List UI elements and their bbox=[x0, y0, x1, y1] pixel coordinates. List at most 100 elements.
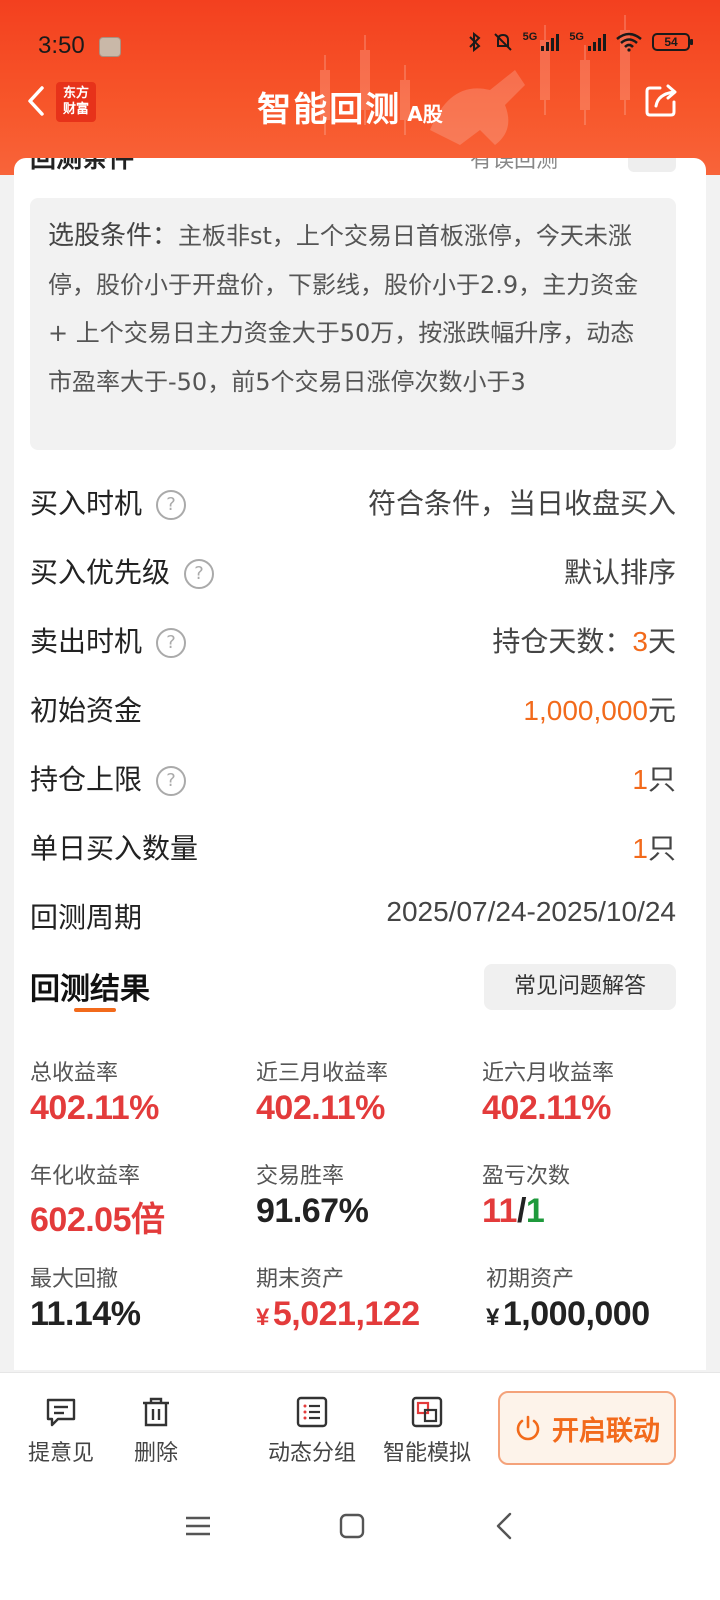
metric-annualized: 年化收益率 602.05倍 bbox=[30, 1158, 240, 1241]
stock-conditions-box: 选股条件：主板非st，上个交易日首板涨停，今天未涨停，股价小于开盘价，下影线，股… bbox=[30, 198, 676, 450]
help-icon[interactable]: ? bbox=[156, 490, 187, 520]
dynamic-group-label: 动态分组 bbox=[268, 1441, 357, 1466]
metric-label: 近三月收益率 bbox=[256, 1061, 389, 1086]
system-navigation-bar bbox=[0, 1482, 720, 1600]
backtest-card: 回测条件 有误回测 选股条件：主板非st，上个交易日首板涨停，今天未涨停，股价小… bbox=[14, 158, 706, 1370]
enable-linkage-button[interactable]: 开启联动 bbox=[498, 1391, 676, 1465]
page-title-suffix: A股 bbox=[407, 102, 443, 126]
edit-backtest-link[interactable]: 有误回测 bbox=[470, 158, 558, 174]
buy-priority-value: 默认排序 bbox=[563, 556, 676, 589]
status-bar: 3:50 5G 5G 54 bbox=[0, 26, 720, 66]
metric-value: ¥1,000,000 bbox=[486, 1295, 686, 1334]
dynamic-group-button[interactable]: 动态分组 bbox=[268, 1395, 356, 1467]
trash-icon bbox=[143, 1397, 169, 1427]
initial-capital-label: 初始资金 bbox=[30, 694, 143, 727]
metric-label: 期末资产 bbox=[256, 1267, 345, 1292]
sell-timing-label-text: 卖出时机 bbox=[30, 625, 143, 658]
enable-linkage-label: 开启联动 bbox=[552, 1415, 660, 1447]
initial-assets-amount: 1,000,000 bbox=[502, 1295, 650, 1333]
feedback-label: 提意见 bbox=[28, 1441, 95, 1466]
metric-value: 402.11% bbox=[482, 1089, 611, 1127]
metric-return-3m: 近三月收益率 402.11% bbox=[256, 1055, 466, 1128]
loss-count: 1 bbox=[525, 1192, 545, 1230]
buy-timing-row: 买入时机? 符合条件，当日收盘买入 bbox=[30, 476, 676, 526]
collapse-button[interactable] bbox=[628, 158, 676, 172]
metric-label: 年化收益率 bbox=[30, 1164, 141, 1189]
mute-bell-icon bbox=[493, 33, 512, 51]
metric-label: 初期资产 bbox=[486, 1267, 575, 1292]
status-icons: 5G 5G 54 bbox=[467, 31, 693, 52]
metric-label: 交易胜率 bbox=[256, 1164, 345, 1189]
initial-capital-row: 初始资金 1,000,000元 bbox=[30, 683, 676, 733]
status-time: 3:50 bbox=[38, 32, 85, 59]
metric-max-drawdown: 最大回撤 11.14% bbox=[30, 1261, 240, 1334]
metric-initial-assets: 初期资产 ¥1,000,000 bbox=[486, 1261, 686, 1334]
daily-buy-count-row: 单日买入数量 1只 bbox=[30, 821, 676, 871]
sell-timing-prefix: 持仓天数： bbox=[492, 625, 633, 658]
home-icon[interactable] bbox=[338, 1512, 366, 1540]
share-icon[interactable] bbox=[644, 82, 680, 118]
sell-timing-value: 持仓天数：3天 bbox=[492, 620, 676, 660]
conditions-label: 选股条件： bbox=[48, 221, 179, 251]
menu-icon[interactable] bbox=[184, 1512, 212, 1540]
initial-capital-value: 1,000,000元 bbox=[523, 689, 676, 729]
metric-win-rate: 交易胜率 91.67% bbox=[256, 1158, 466, 1231]
smart-simulation-button[interactable]: 智能模拟 bbox=[383, 1395, 471, 1467]
daily-buy-count-label: 单日买入数量 bbox=[30, 832, 199, 865]
results-title-underline bbox=[74, 1008, 116, 1012]
system-back-icon[interactable] bbox=[490, 1512, 518, 1540]
metric-total-return: 总收益率 402.11% bbox=[30, 1055, 240, 1128]
metric-value: 91.67% bbox=[256, 1192, 369, 1230]
delete-button[interactable]: 删除 bbox=[134, 1395, 178, 1467]
help-icon[interactable]: ? bbox=[156, 766, 187, 796]
bluetooth-icon bbox=[468, 32, 481, 52]
help-icon[interactable]: ? bbox=[156, 628, 187, 658]
page-title: 智能回测 A股 bbox=[0, 82, 700, 131]
metric-final-assets: 期末资产 ¥5,021,122 bbox=[256, 1261, 466, 1334]
initial-capital-unit: 元 bbox=[647, 694, 676, 727]
buy-priority-label-text: 买入优先级 bbox=[30, 556, 171, 589]
smart-simulation-label: 智能模拟 bbox=[383, 1441, 472, 1466]
currency-symbol: ¥ bbox=[486, 1304, 499, 1331]
holding-days: 3 bbox=[632, 626, 648, 657]
buy-priority-label: 买入优先级? bbox=[30, 551, 215, 591]
initial-capital-number: 1,000,000 bbox=[523, 695, 648, 726]
simulation-icon bbox=[411, 1396, 443, 1428]
help-icon[interactable]: ? bbox=[184, 559, 215, 589]
metric-label: 近六月收益率 bbox=[482, 1061, 615, 1086]
bottom-toolbar: 提意见 删除 动态分组 智能模拟 开启联动 bbox=[0, 1372, 720, 1483]
signal-icon bbox=[588, 33, 606, 51]
feedback-button[interactable]: 提意见 bbox=[28, 1395, 94, 1467]
metric-value: 402.11% bbox=[30, 1089, 159, 1127]
battery-icon: 54 bbox=[652, 33, 693, 51]
delete-label: 删除 bbox=[134, 1441, 179, 1466]
faq-button[interactable]: 常见问题解答 bbox=[484, 964, 676, 1010]
page-title-text: 智能回测 bbox=[257, 90, 402, 130]
app-header: 3:50 5G 5G 54 东方 财富 智能回测 A股 bbox=[0, 0, 720, 175]
buy-priority-row: 买入优先级? 默认排序 bbox=[30, 545, 676, 595]
metric-value: 602.05倍 bbox=[30, 1201, 165, 1239]
metric-value: ¥5,021,122 bbox=[256, 1295, 466, 1334]
metric-label: 盈亏次数 bbox=[482, 1164, 571, 1189]
position-limit-value: 1只 bbox=[632, 758, 676, 798]
daily-buy-count-value: 1只 bbox=[632, 827, 676, 867]
metric-value: 11/1 bbox=[482, 1192, 692, 1231]
metric-value: 402.11% bbox=[256, 1089, 385, 1127]
position-limit-row: 持仓上限? 1只 bbox=[30, 752, 676, 802]
currency-symbol: ¥ bbox=[256, 1304, 269, 1331]
list-icon bbox=[296, 1396, 328, 1428]
position-limit-label: 持仓上限? bbox=[30, 758, 187, 798]
wifi-icon bbox=[616, 32, 642, 52]
metric-return-6m: 近六月收益率 402.11% bbox=[482, 1055, 692, 1128]
backtest-period-label: 回测周期 bbox=[30, 901, 143, 934]
sell-timing-row: 卖出时机? 持仓天数：3天 bbox=[30, 614, 676, 664]
power-icon bbox=[516, 1415, 540, 1441]
buy-timing-label-text: 买入时机 bbox=[30, 487, 143, 520]
buy-timing-value: 符合条件，当日收盘买入 bbox=[367, 487, 676, 520]
metric-label: 最大回撤 bbox=[30, 1267, 119, 1292]
feedback-icon bbox=[46, 1398, 76, 1427]
signal-icon bbox=[541, 33, 560, 51]
position-limit-label-text: 持仓上限 bbox=[30, 763, 143, 796]
notification-icon bbox=[99, 37, 121, 57]
network-type-1: 5G bbox=[522, 31, 538, 43]
